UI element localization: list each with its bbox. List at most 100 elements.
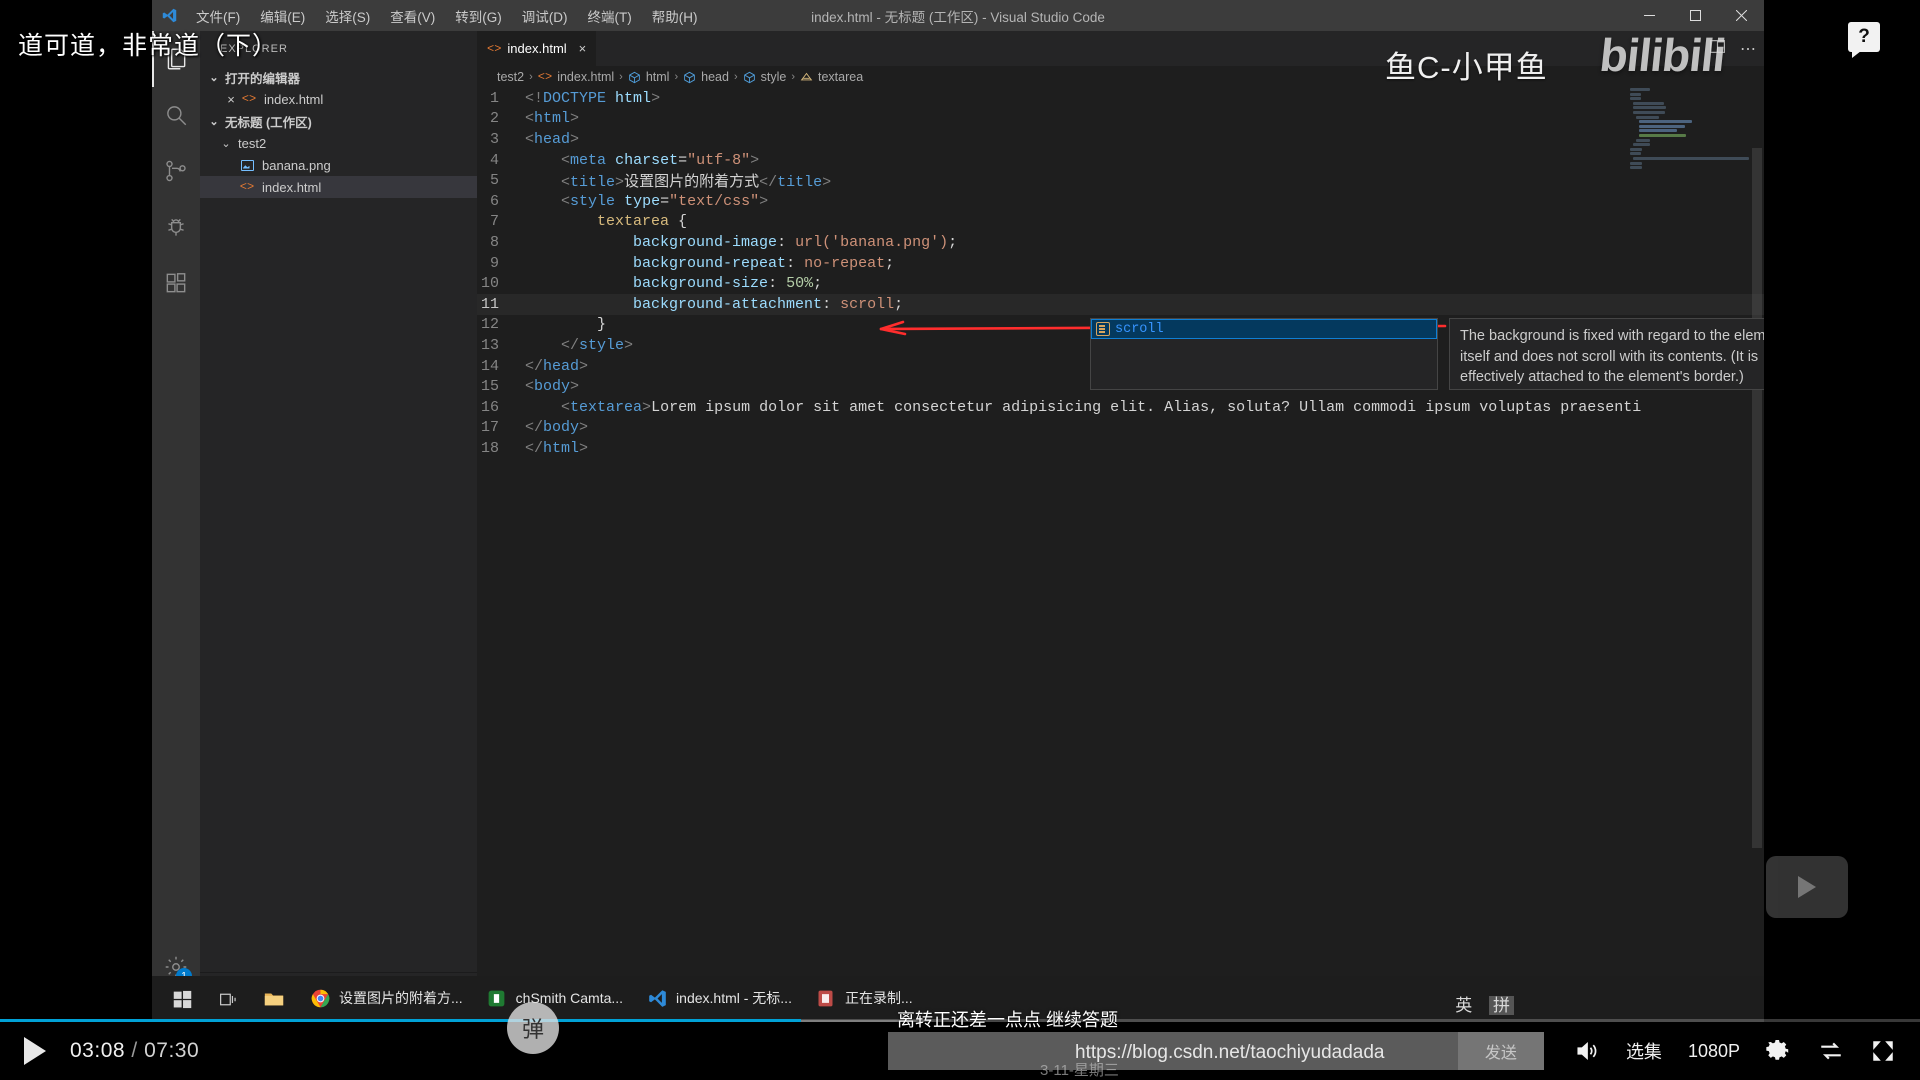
minimize-button[interactable]: [1626, 0, 1672, 31]
code-text: <title>设置图片的附着方式</title>: [525, 170, 1764, 191]
volume-icon[interactable]: [1574, 1038, 1600, 1064]
taskbar-start-button[interactable]: [152, 976, 205, 1022]
tree-item-banana-png[interactable]: banana.png: [200, 154, 477, 176]
html-icon: <>: [238, 180, 256, 194]
open-editor-label: index.html: [258, 92, 323, 107]
breadcrumb-item-textarea[interactable]: textarea: [800, 70, 863, 84]
scrollbar-thumb[interactable]: [1752, 148, 1762, 848]
line-number: 5: [477, 172, 525, 189]
breadcrumb-label: html: [646, 70, 670, 84]
activity-source-control[interactable]: [152, 143, 200, 199]
taskbar-label: index.html - 无标...: [676, 988, 792, 1008]
ime-indicator: 英 拼: [1455, 991, 1514, 1016]
taskbar-task-view-button[interactable]: [205, 976, 251, 1022]
code-line[interactable]: 17</body>: [477, 418, 1764, 439]
menu-debug[interactable]: 调试(D): [512, 2, 578, 30]
danmaku-badge-icon: 弹: [507, 1002, 559, 1054]
activity-bar[interactable]: 1: [152, 31, 200, 994]
activity-search[interactable]: [152, 87, 200, 143]
code-text: <head>: [525, 131, 1764, 148]
menu-terminal[interactable]: 终端(T): [578, 2, 642, 30]
player-help-button[interactable]: ?: [1848, 22, 1880, 52]
line-number: 1: [477, 90, 525, 107]
code-line[interactable]: 9 background-repeat: no-repeat;: [477, 253, 1764, 274]
breadcrumb-label: textarea: [818, 70, 863, 84]
code-line[interactable]: 6 <style type="text/css">: [477, 191, 1764, 212]
open-editor-item-index-html[interactable]: × <> index.html: [200, 88, 477, 110]
code-text: background-size: 50%;: [525, 275, 1764, 292]
code-editor[interactable]: 1<!DOCTYPE html>2<html>3<head>4 <meta ch…: [477, 88, 1764, 994]
section-workspace[interactable]: ⌄ 无标题 (工作区): [200, 110, 477, 132]
code-line[interactable]: 10 background-size: 50%;: [477, 273, 1764, 294]
code-line[interactable]: 1<!DOCTYPE html>: [477, 88, 1764, 109]
line-number: 8: [477, 234, 525, 251]
activity-extensions[interactable]: [152, 255, 200, 311]
ime-language: 英: [1455, 996, 1472, 1015]
code-line[interactable]: 18</html>: [477, 438, 1764, 459]
code-line[interactable]: 5 <title>设置图片的附着方式</title>: [477, 170, 1764, 191]
menu-view[interactable]: 查看(V): [380, 2, 445, 30]
menu-go[interactable]: 转到(G): [445, 2, 512, 30]
episodes-button[interactable]: 选集: [1626, 1038, 1662, 1064]
danmaku-send-button[interactable]: 发送: [1458, 1032, 1544, 1070]
fullscreen-icon[interactable]: [1870, 1038, 1896, 1064]
taskbar-chrome[interactable]: 设置图片的附着方...: [297, 976, 474, 1022]
section-open-editors[interactable]: ⌄ 打开的编辑器: [200, 66, 477, 88]
breadcrumb-item-html[interactable]: html: [628, 70, 670, 84]
window-controls[interactable]: [1626, 0, 1764, 31]
tree-item-test2[interactable]: ⌄ test2: [200, 132, 477, 154]
menu-selection[interactable]: 选择(S): [315, 2, 380, 30]
taskbar-vscode[interactable]: index.html - 无标...: [634, 976, 803, 1022]
suggestion-label: scroll: [1115, 322, 1164, 337]
editor-group: <> index.html × ⋯: [477, 31, 1764, 994]
widescreen-icon[interactable]: [1818, 1038, 1844, 1064]
breadcrumb[interactable]: test2 › <> index.html › html ›: [477, 66, 1764, 88]
code-line[interactable]: 8 background-image: url('banana.png');: [477, 232, 1764, 253]
code-line[interactable]: 7 textarea {: [477, 212, 1764, 233]
side-bar-explorer: EXPLORER ⌄ 打开的编辑器 × <> index.html ⌄ 无标题 …: [200, 31, 477, 994]
code-line[interactable]: 3<head>: [477, 129, 1764, 150]
close-icon[interactable]: ×: [579, 41, 587, 56]
breadcrumb-item-head[interactable]: head: [683, 70, 729, 84]
section-open-editors-label: 打开的编辑器: [225, 68, 300, 87]
breadcrumb-label: style: [761, 70, 787, 84]
vscode-logo-icon: [152, 7, 186, 24]
minimap-line: [1639, 120, 1692, 123]
minimap-line: [1630, 166, 1642, 169]
html-icon: <>: [240, 92, 258, 106]
breadcrumb-item-test2[interactable]: test2: [497, 70, 524, 84]
activity-debug[interactable]: [152, 199, 200, 255]
play-pause-button[interactable]: [0, 1037, 70, 1065]
suggestion-item-scroll[interactable]: scroll: [1091, 319, 1437, 339]
vertical-scrollbar[interactable]: [1750, 88, 1764, 994]
breadcrumb-item-index-html[interactable]: <> index.html: [538, 70, 614, 84]
tab-index-html[interactable]: <> index.html ×: [477, 31, 597, 66]
suggestion-widget[interactable]: scroll: [1090, 318, 1438, 390]
gear-icon[interactable]: [1766, 1038, 1792, 1064]
minimap-line: [1633, 106, 1666, 109]
tree-item-index-html[interactable]: <> index.html: [200, 176, 477, 198]
image-icon: [238, 160, 256, 171]
close-icon[interactable]: ×: [222, 92, 240, 107]
minimap-line: [1630, 93, 1641, 96]
taskbar-label: 设置图片的附着方...: [339, 988, 463, 1008]
minimap-line: [1630, 88, 1650, 91]
menu-help[interactable]: 帮助(H): [642, 2, 708, 30]
code-text: background-attachment: scroll;: [525, 296, 1764, 313]
watch-on-tv-icon[interactable]: [1766, 856, 1848, 918]
code-text: <meta charset="utf-8">: [525, 152, 1764, 169]
code-line[interactable]: 4 <meta charset="utf-8">: [477, 150, 1764, 171]
code-line[interactable]: 2<html>: [477, 109, 1764, 130]
more-actions-icon[interactable]: ⋯: [1740, 39, 1756, 59]
code-text: <!DOCTYPE html>: [525, 90, 1764, 107]
close-button[interactable]: [1718, 0, 1764, 31]
minimap[interactable]: [1630, 88, 1750, 208]
taskbar-file-explorer[interactable]: [251, 976, 297, 1022]
code-line[interactable]: 16 <textarea>Lorem ipsum dolor sit amet …: [477, 397, 1764, 418]
player-right-controls: 选集 1080P: [1544, 1038, 1920, 1064]
quality-button[interactable]: 1080P: [1688, 1041, 1740, 1062]
breadcrumb-item-style[interactable]: style: [743, 70, 787, 84]
code-line[interactable]: 11 background-attachment: scroll;: [477, 294, 1764, 315]
maximize-button[interactable]: [1672, 0, 1718, 31]
video-player[interactable]: 文件(F) 编辑(E) 选择(S) 查看(V) 转到(G) 调试(D) 终端(T…: [0, 0, 1920, 1080]
